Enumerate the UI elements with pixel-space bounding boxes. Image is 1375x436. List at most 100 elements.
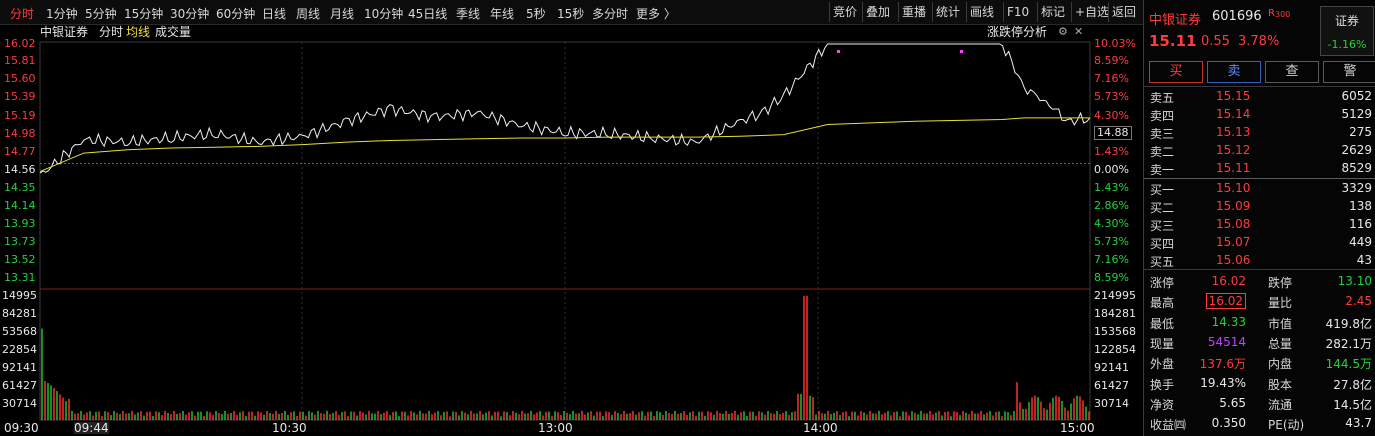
axis-tick-label: 153568: [1094, 325, 1136, 338]
period-tab[interactable]: 分时: [10, 5, 34, 22]
tool-button[interactable]: 统计: [932, 2, 963, 22]
axis-tick-label: 14995: [2, 289, 37, 302]
book-label: 买二: [1150, 201, 1175, 215]
current-price-marker: 14.88: [1094, 126, 1132, 140]
time-tick-label: 15:00: [1060, 421, 1095, 435]
book-label: 卖一: [1150, 163, 1175, 177]
avg-line-legend: 均线: [126, 25, 151, 39]
period-tab[interactable]: 月线: [330, 5, 354, 22]
ask-row[interactable]: 卖四 15.14 5129: [1150, 106, 1372, 124]
bid-row[interactable]: 买二 15.09 138: [1150, 198, 1372, 216]
stat-cell: 43.7: [1345, 416, 1372, 431]
axis-tick-label: 13.93: [4, 217, 36, 230]
query-button[interactable]: 查: [1265, 61, 1319, 83]
book-volume: 138: [1349, 199, 1372, 213]
tool-button[interactable]: 重播: [898, 2, 929, 22]
stat-cell: 2.45: [1345, 294, 1372, 309]
book-price: 15.14: [1216, 107, 1251, 121]
stat-cell: 净资: [1150, 397, 1175, 412]
axis-tick-label: 30714: [1094, 397, 1129, 410]
book-label: 卖四: [1150, 109, 1175, 123]
quote-panel: 中银证券 601696 R 300 15.11 0.55 3.78% 证券 -1…: [1143, 0, 1375, 436]
book-volume: 2629: [1341, 143, 1372, 157]
period-tab[interactable]: 5分钟: [85, 5, 117, 22]
period-tab[interactable]: 45日线: [408, 5, 447, 22]
limit-marker: [837, 50, 840, 53]
book-volume: 275: [1349, 125, 1372, 139]
axis-tick-label: 1.43%: [1094, 181, 1129, 194]
bid-row[interactable]: 买四 15.07 449: [1150, 234, 1372, 252]
axis-tick-label: 84281: [2, 307, 37, 320]
volume-legend[interactable]: 成交量: [155, 26, 191, 38]
stat-cell: 股本: [1268, 377, 1293, 392]
period-tab[interactable]: 季线: [456, 5, 480, 22]
ask-row[interactable]: 卖三 15.13 275: [1150, 124, 1372, 142]
axis-tick-label: 4.30%: [1094, 217, 1129, 230]
stat-cell: 19.43%: [1200, 375, 1246, 390]
period-tab[interactable]: 30分钟: [170, 5, 209, 22]
book-label: 买一: [1150, 183, 1175, 197]
tool-button[interactable]: 竞价: [829, 2, 860, 22]
axis-tick-label: 1.43%: [1094, 145, 1129, 158]
stat-row: 涨停 16.02 跌停 13.10: [1150, 273, 1372, 291]
quote-flag: R: [1268, 8, 1275, 19]
bid-row[interactable]: 买三 15.08 116: [1150, 216, 1372, 234]
period-tab[interactable]: 年线: [490, 5, 514, 22]
buy-button[interactable]: 买: [1149, 61, 1203, 83]
stats-divider: [1144, 269, 1375, 270]
book-label: 卖二: [1150, 145, 1175, 159]
settings-gear-icon[interactable]: ⚙: [1058, 26, 1068, 38]
period-tab[interactable]: 1分钟: [46, 5, 78, 22]
period-tab[interactable]: 周线: [296, 5, 320, 22]
tool-button[interactable]: 画线: [966, 2, 997, 22]
ask-row[interactable]: 卖二 15.12 2629: [1150, 142, 1372, 160]
time-tick-label: 14:00: [803, 421, 838, 435]
axis-tick-label: 214995: [1094, 289, 1136, 302]
tool-button[interactable]: 返回: [1108, 2, 1139, 22]
limit-analysis-button[interactable]: 涨跌停分析: [987, 26, 1047, 38]
period-tab[interactable]: 多分时: [592, 5, 628, 22]
period-tab[interactable]: 更多 〉: [636, 5, 676, 22]
tool-button[interactable]: 叠加: [862, 2, 893, 22]
tool-button[interactable]: F10: [1003, 2, 1032, 22]
sector-box[interactable]: 证券 -1.16%: [1320, 6, 1374, 56]
intraday-chart[interactable]: [0, 24, 1143, 436]
stat-cell: 最低: [1150, 316, 1175, 331]
sector-name: 证券: [1334, 14, 1359, 28]
book-price: 15.10: [1216, 181, 1251, 195]
period-tab[interactable]: 5秒: [526, 5, 546, 22]
book-label: 买五: [1150, 255, 1175, 269]
time-tick-label: 09:30: [4, 421, 39, 435]
ask-row[interactable]: 卖五 15.15 6052: [1150, 88, 1372, 106]
ask-row[interactable]: 卖一 15.11 8529: [1150, 160, 1372, 178]
stat-row: 最高 16.02 量比 2.45: [1150, 293, 1372, 311]
period-tab[interactable]: 15分钟: [124, 5, 163, 22]
close-icon[interactable]: ✕: [1074, 26, 1083, 38]
book-price: 15.12: [1216, 143, 1251, 157]
tool-button[interactable]: +自选: [1071, 2, 1112, 22]
stat-cell: 16.02: [1211, 274, 1246, 288]
axis-tick-label: 16.02: [4, 37, 36, 50]
stat-cell: 14.33: [1211, 314, 1246, 329]
quote-price: 15.11: [1149, 32, 1197, 50]
bid-row[interactable]: 买一 15.10 3329: [1150, 180, 1372, 198]
sell-button[interactable]: 卖: [1207, 61, 1261, 83]
axis-tick-label: 92141: [1094, 361, 1129, 374]
stat-cell: 现量: [1150, 336, 1175, 351]
period-tab[interactable]: 10分钟: [364, 5, 403, 22]
tool-button[interactable]: 标记: [1037, 2, 1068, 22]
period-tab[interactable]: 60分钟: [216, 5, 255, 22]
axis-tick-label: 8.59%: [1094, 54, 1129, 67]
axis-tick-label: 4.30%: [1094, 109, 1129, 122]
book-volume: 43: [1356, 253, 1372, 267]
period-tab[interactable]: 日线: [262, 5, 286, 22]
axis-tick-label: 8.59%: [1094, 271, 1129, 284]
stat-cell: 144.5万: [1325, 357, 1372, 372]
book-price: 15.07: [1216, 235, 1251, 249]
alert-button[interactable]: 警: [1323, 61, 1375, 83]
bid-row[interactable]: 买五 15.06 43: [1150, 252, 1372, 270]
axis-tick-label: 92141: [2, 361, 37, 374]
period-tab[interactable]: 15秒: [557, 5, 584, 22]
axis-tick-label: 13.52: [4, 253, 36, 266]
axis-tick-label: 15.60: [4, 72, 36, 85]
